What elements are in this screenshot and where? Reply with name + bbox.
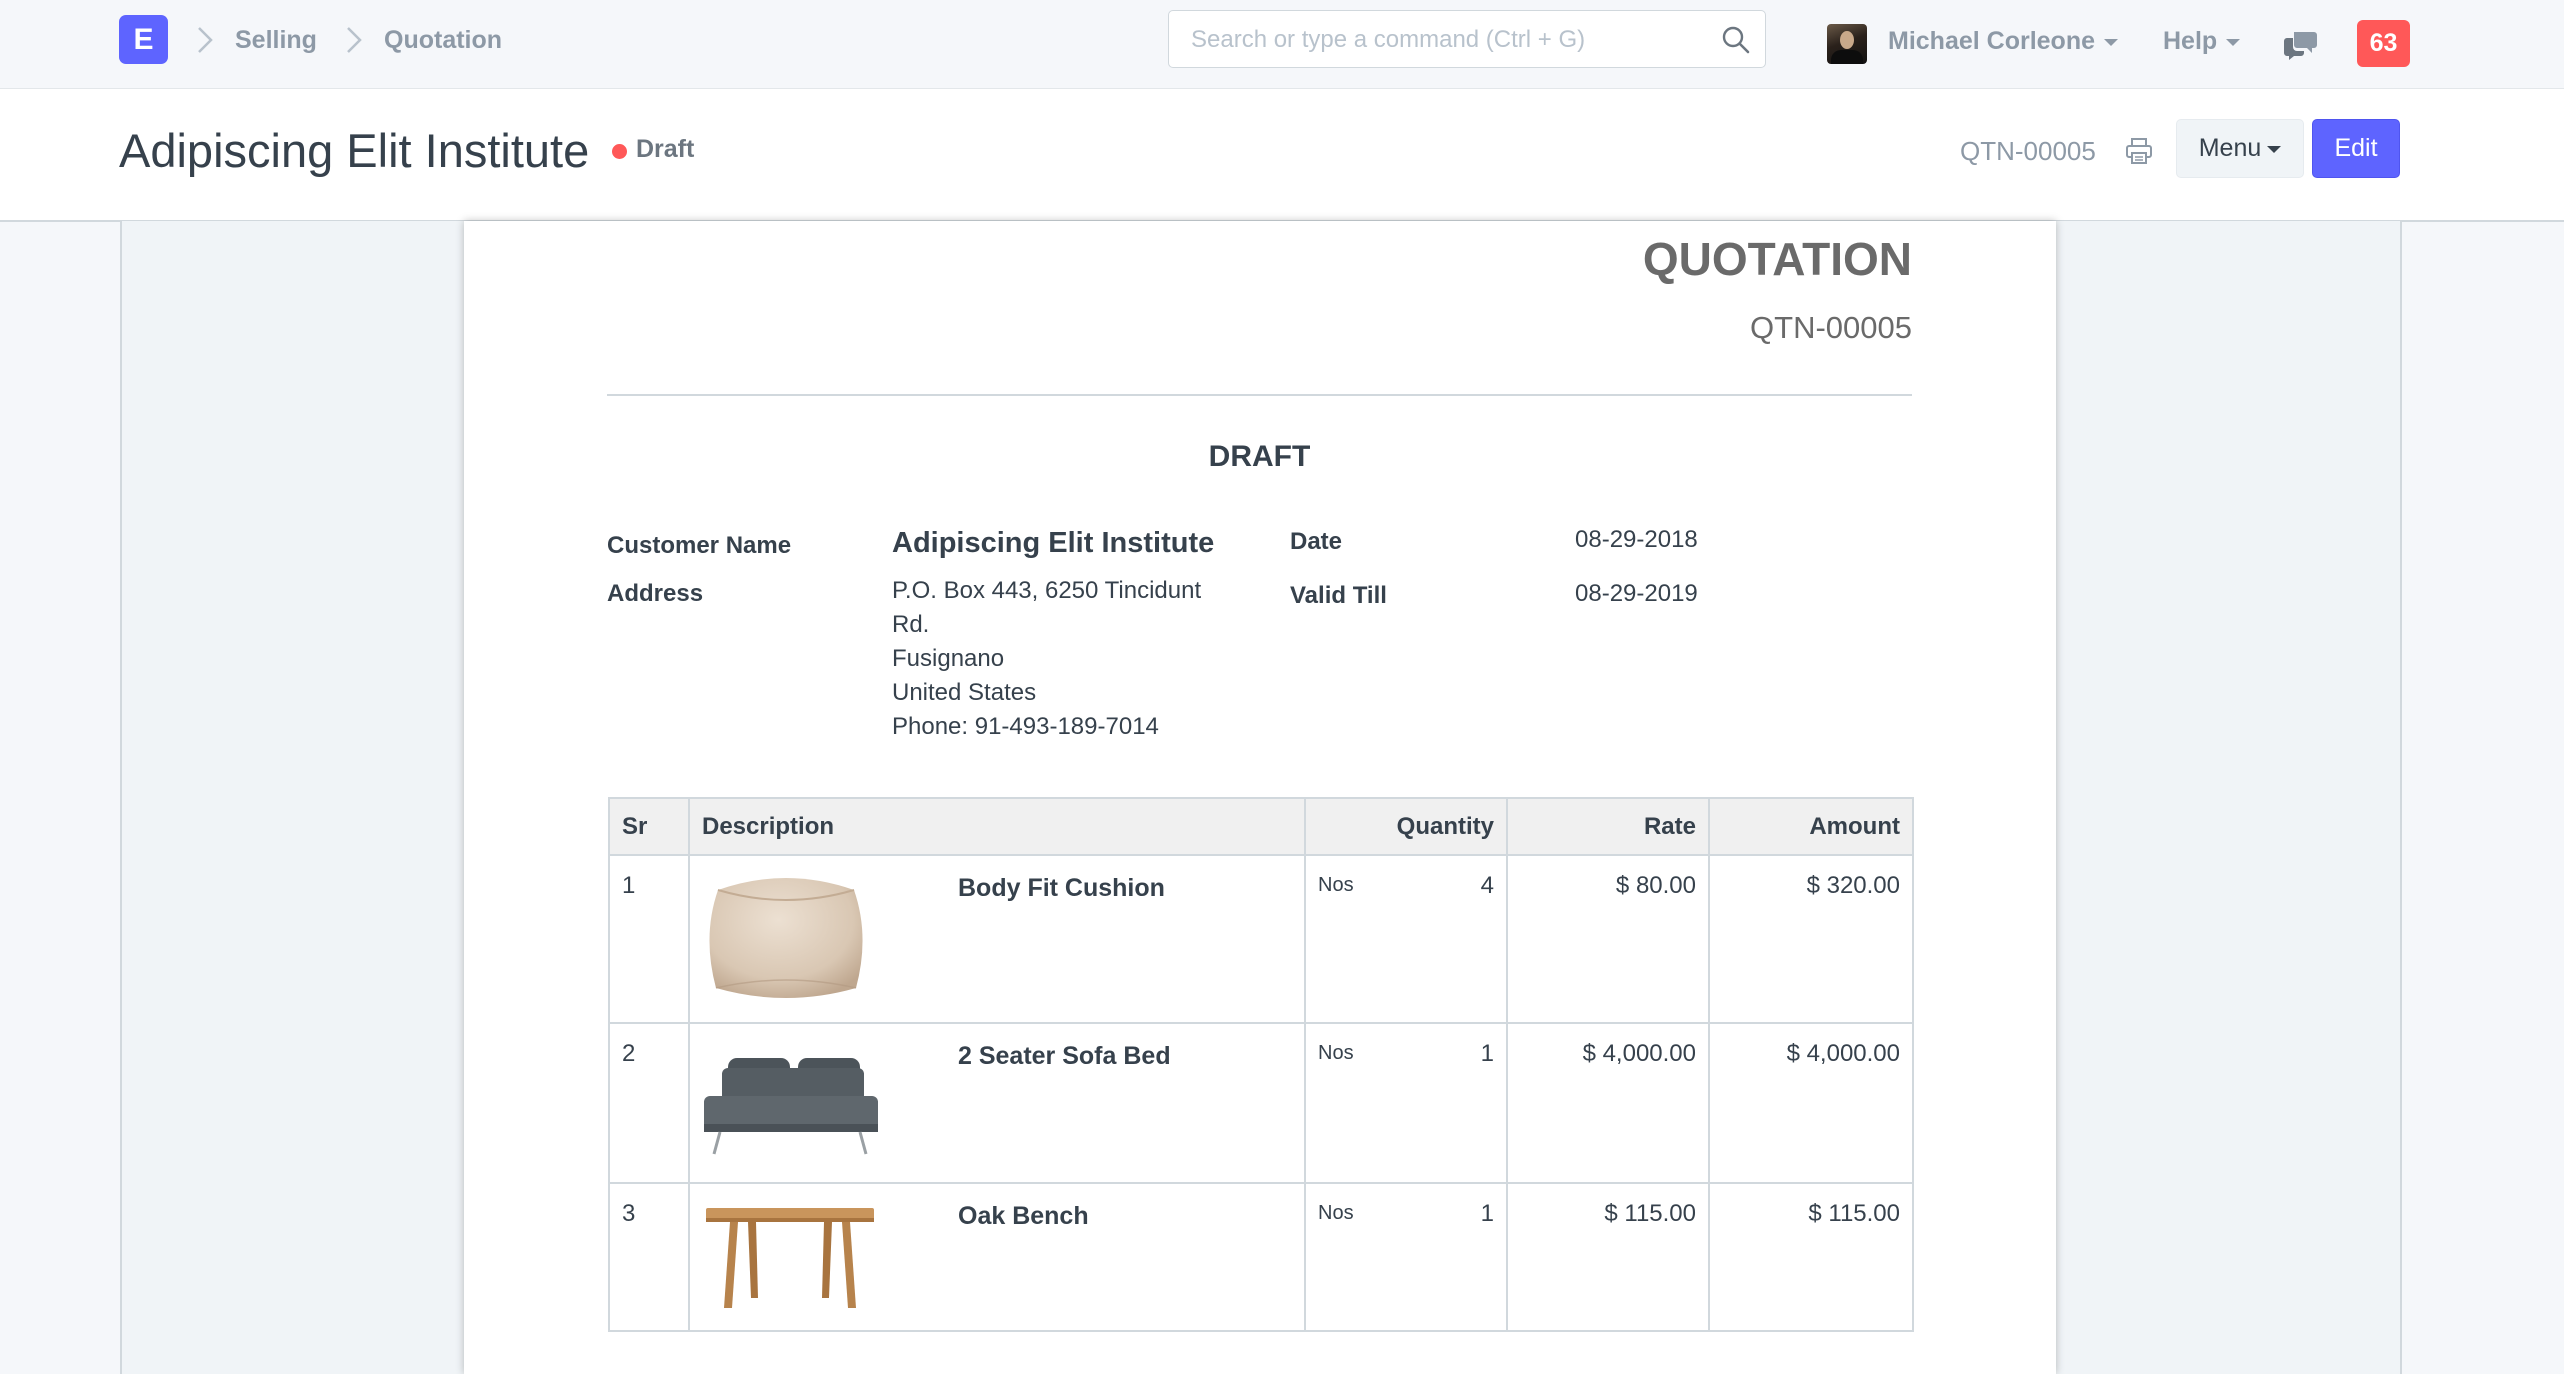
address-line: Phone: 91-493-189-7014 <box>892 713 1159 740</box>
breadcrumb-selling[interactable]: Selling <box>235 26 317 55</box>
awesomebar-search <box>1168 10 1766 69</box>
caret-down-icon <box>2226 38 2241 46</box>
divider <box>607 394 1912 396</box>
user-menu-dropdown[interactable]: Michael Corleone <box>1888 27 2118 56</box>
col-header-rate: Rate <box>1506 797 1710 856</box>
cell-quantity: Nos 1 <box>1304 1022 1508 1184</box>
customer-name-value: Adipiscing Elit Institute <box>892 527 1215 559</box>
item-name: Oak Bench <box>958 1202 1089 1230</box>
bench-image <box>706 1208 874 1308</box>
cell-rate: $ 115.00 <box>1506 1182 1710 1332</box>
cell-quantity: Nos 1 <box>1304 1182 1508 1332</box>
cell-rate: $ 4,000.00 <box>1506 1022 1710 1184</box>
cushion-image <box>709 878 863 998</box>
valid-till-value: 08-29-2019 <box>1575 580 1698 607</box>
menu-label: Menu <box>2198 134 2262 162</box>
item-name: Body Fit Cushion <box>958 874 1165 902</box>
top-navbar: E Selling Quotation Michael Corleone Hel… <box>0 0 2564 89</box>
draft-watermark-label: DRAFT <box>1208 440 1311 473</box>
item-uom: Nos <box>1318 874 1354 896</box>
chevron-right-icon <box>347 27 362 53</box>
customer-name-label: Customer Name <box>607 532 792 559</box>
items-table: Sr Description Quantity Rate Amount 1 Bo… <box>608 797 1914 1332</box>
col-header-sr: Sr <box>608 797 690 856</box>
letterhead-faded <box>607 205 1055 225</box>
page-title: Adipiscing Elit Institute <box>119 124 590 177</box>
breadcrumb-quotation[interactable]: Quotation <box>384 26 502 55</box>
search-input[interactable] <box>1189 11 1713 69</box>
search-icon[interactable] <box>1721 25 1751 55</box>
cell-sr: 3 <box>608 1182 690 1332</box>
status-indicator-dot <box>612 144 627 159</box>
notifications-badge[interactable]: 63 <box>2357 20 2410 67</box>
address-line: Rd. <box>892 611 930 638</box>
cell-amount: $ 115.00 <box>1708 1182 1914 1332</box>
date-label: Date <box>1290 528 1343 555</box>
col-header-description: Description <box>688 797 1306 856</box>
address-line: United States <box>892 679 1037 706</box>
table-header-row: Sr Description Quantity Rate Amount <box>608 797 1914 856</box>
cell-amount: $ 320.00 <box>1708 854 1914 1024</box>
cell-description: 2 Seater Sofa Bed <box>688 1022 1306 1184</box>
status-badge: Draft <box>636 135 695 163</box>
app-logo[interactable]: E <box>119 15 168 64</box>
page-head: Adipiscing Elit Institute Draft QTN-0000… <box>0 89 2564 222</box>
print-doc-number: QTN-00005 <box>1750 310 1912 345</box>
col-header-amount: Amount <box>1708 797 1914 856</box>
edit-button[interactable]: Edit <box>2312 119 2400 178</box>
item-qty: 1 <box>1480 1200 1494 1227</box>
item-uom: Nos <box>1318 1202 1354 1224</box>
menu-button[interactable]: Menu <box>2176 119 2304 178</box>
address-line: P.O. Box 443, 6250 Tincidunt <box>892 577 1202 604</box>
chat-icon[interactable] <box>2284 28 2318 60</box>
date-value: 08-29-2018 <box>1575 526 1698 553</box>
address-line: Fusignano <box>892 645 1005 672</box>
user-name: Michael Corleone <box>1888 27 2095 55</box>
cell-rate: $ 80.00 <box>1506 854 1710 1024</box>
help-label: Help <box>2163 27 2218 55</box>
table-row: 2 2 Seater Sofa Bed Nos 1 $ 4,000.00 $ 4… <box>608 1022 1914 1184</box>
cell-description: Body Fit Cushion <box>688 854 1306 1024</box>
caret-down-icon <box>2267 145 2282 153</box>
item-name: 2 Seater Sofa Bed <box>958 1042 1171 1070</box>
col-header-quantity: Quantity <box>1304 797 1508 856</box>
cell-sr: 2 <box>608 1022 690 1184</box>
table-row: 1 Body Fit Cushion Nos 4 $ 80.00 $ 320.0… <box>608 854 1914 1024</box>
item-qty: 1 <box>1480 1040 1494 1067</box>
cell-quantity: Nos 4 <box>1304 854 1508 1024</box>
valid-till-label: Valid Till <box>1290 582 1387 609</box>
cell-amount: $ 4,000.00 <box>1708 1022 1914 1184</box>
chevron-right-icon <box>198 27 213 53</box>
print-heading: QUOTATION <box>1642 233 1912 285</box>
cell-sr: 1 <box>608 854 690 1024</box>
cell-description: Oak Bench <box>688 1182 1306 1332</box>
table-row: 3 Oak Bench Nos 1 $ 115.00 $ 115.00 <box>608 1182 1914 1332</box>
user-avatar[interactable] <box>1827 24 1867 64</box>
item-qty: 4 <box>1480 872 1494 899</box>
address-label: Address <box>607 580 704 607</box>
help-menu-dropdown[interactable]: Help <box>2163 27 2241 56</box>
document-name: QTN-00005 <box>1960 136 2096 166</box>
caret-down-icon <box>2104 38 2118 46</box>
item-uom: Nos <box>1318 1042 1354 1064</box>
printer-icon[interactable] <box>2125 137 2153 165</box>
sofa-image <box>704 1058 878 1155</box>
